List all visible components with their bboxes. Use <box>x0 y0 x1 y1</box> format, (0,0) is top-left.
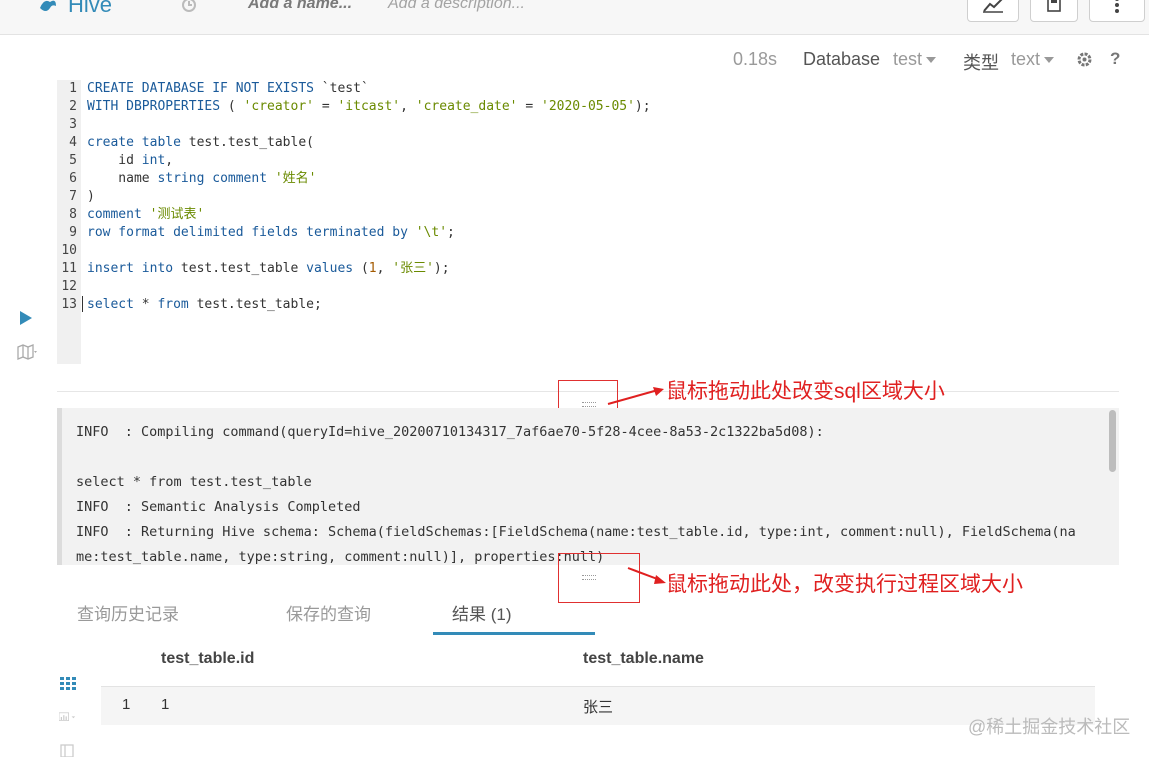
database-select[interactable]: test <box>893 49 937 70</box>
tab-query-history[interactable]: 查询历史记录 <box>77 600 179 625</box>
code-line[interactable]: CREATE DATABASE IF NOT EXISTS `test` <box>87 80 369 98</box>
code-line[interactable]: insert into test.test_table values (1, '… <box>87 260 450 278</box>
sql-resize-annotation: 鼠标拖动此处改变sql区域大小 <box>666 380 945 403</box>
code-line[interactable]: row format delimited fields terminated b… <box>87 224 455 242</box>
database-value: test <box>893 49 923 69</box>
code-line[interactable]: WITH DBPROPERTIES ( 'creator' = 'itcast'… <box>87 98 651 116</box>
type-label: 类型 <box>963 53 999 73</box>
tab-results[interactable]: 结果 (1) <box>452 600 512 625</box>
column-header[interactable]: test_table.id <box>161 650 254 668</box>
history-icon[interactable] <box>180 0 198 14</box>
annotation-arrow-icon <box>627 567 666 584</box>
caret-down-icon <box>926 57 937 64</box>
watermark: @稀土掘金技术社区 <box>968 717 1131 737</box>
query-description-input[interactable]: Add a description... <box>388 0 525 13</box>
code-line[interactable]: ) <box>87 188 95 206</box>
query-name-input[interactable]: Add a name... <box>248 0 352 13</box>
tab-saved-queries[interactable]: 保存的查询 <box>286 600 371 625</box>
annotation-arrow-icon <box>607 387 664 405</box>
text-cursor <box>82 296 83 312</box>
run-icon[interactable] <box>20 311 32 325</box>
chart-button[interactable] <box>967 0 1019 22</box>
type-value: text <box>1011 49 1041 69</box>
app-name: Hive <box>68 0 113 17</box>
code-line[interactable]: comment '测试表' <box>87 206 204 224</box>
caret-down-icon <box>1044 57 1055 64</box>
type-select[interactable]: text <box>1011 49 1055 70</box>
code-line[interactable]: name string comment '姓名' <box>87 170 316 188</box>
log-line: INFO : Returning Hive schema: Schema(fie… <box>76 524 1076 540</box>
line-chart-icon <box>983 0 1003 13</box>
more-options-button[interactable] <box>1089 0 1145 22</box>
table-cell: 张三 <box>583 699 614 716</box>
database-label: Database <box>803 49 881 69</box>
log-line: INFO : Semantic Analysis Completed <box>76 499 361 515</box>
log-resize-handle[interactable] <box>582 575 596 580</box>
log-scrollbar[interactable] <box>1109 410 1116 472</box>
column-header[interactable]: test_table.name <box>583 650 704 668</box>
row-index: 1 <box>122 696 131 713</box>
map-icon[interactable] <box>17 344 37 360</box>
log-line: select * from test.test_table <box>76 474 312 490</box>
save-button[interactable] <box>1030 0 1078 22</box>
hive-logo-icon <box>40 0 56 12</box>
save-icon <box>1047 0 1061 12</box>
execution-log: INFO : Compiling command(queryId=hive_20… <box>57 408 1119 565</box>
sql-editor[interactable]: CREATE DATABASE IF NOT EXISTS `test` WITH… <box>0 80 1100 364</box>
log-resize-annotation: 鼠标拖动此处，改变执行过程区域大小 <box>666 573 1023 596</box>
column-icon[interactable] <box>60 744 74 757</box>
elapsed-time: 0.18s <box>733 49 778 69</box>
log-line: INFO : Compiling command(queryId=hive_20… <box>76 424 824 440</box>
vertical-dots-icon <box>1115 0 1119 13</box>
active-tab-indicator <box>433 632 595 635</box>
grid-view-icon[interactable] <box>60 677 76 691</box>
bar-chart-icon[interactable] <box>59 710 77 724</box>
help-icon[interactable]: ? <box>1110 49 1120 69</box>
table-cell: 1 <box>161 696 170 713</box>
gear-icon[interactable] <box>1076 51 1093 68</box>
code-line[interactable]: select * from test.test_table; <box>87 296 322 314</box>
code-line[interactable]: id int, <box>87 152 173 170</box>
sql-resize-handle[interactable] <box>582 402 596 407</box>
code-line[interactable]: create table test.test_table( <box>87 134 314 152</box>
log-line: me:test_table.name, type:string, comment… <box>76 549 605 565</box>
